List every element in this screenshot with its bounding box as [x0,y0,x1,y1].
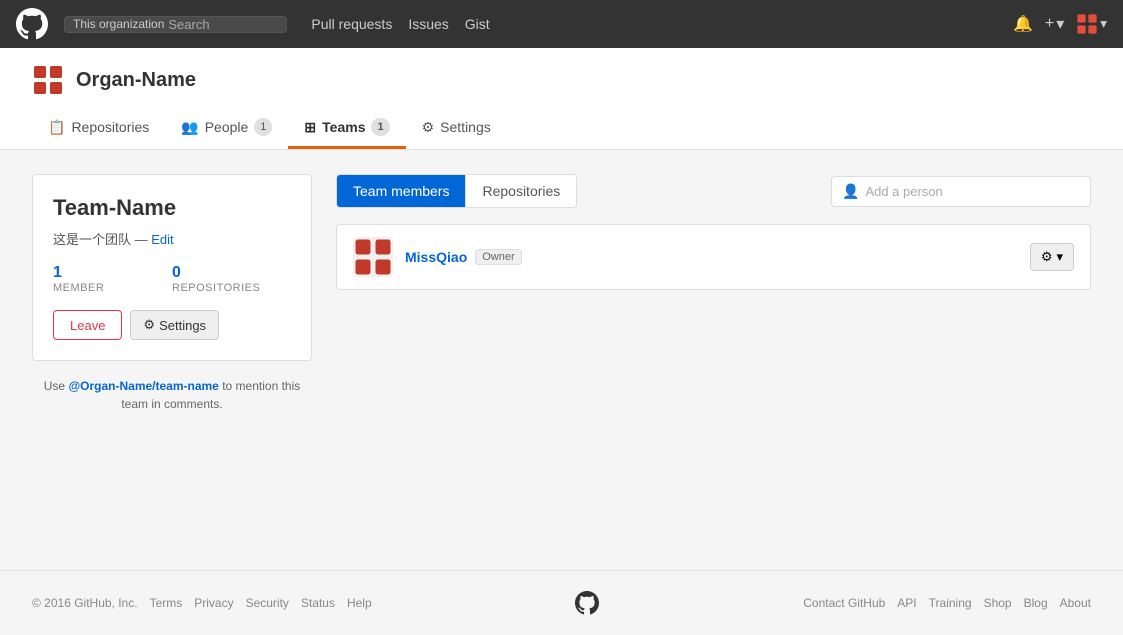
tab-settings[interactable]: ⚙ Settings [406,108,507,149]
person-icon: 👤 [842,183,859,200]
footer-link-about[interactable]: About [1060,596,1091,610]
new-menu-button[interactable]: + ▾ [1045,14,1064,34]
footer-link-privacy[interactable]: Privacy [194,596,233,610]
tab-repositories-label: Repositories [71,119,149,135]
notification-button[interactable]: 🔔 [1013,14,1033,34]
member-label: MEMBER [53,282,172,294]
team-mention-handle[interactable]: @Organ-Name/team-name [68,379,218,393]
mention-prefix: Use [44,379,65,393]
plus-icon: + [1045,15,1054,33]
main-content: Team-Name 这是一个团队 — Edit 1 MEMBER 0 REPOS… [0,150,1123,570]
user-menu-button[interactable]: ▾ [1076,13,1107,35]
nav-bar: This organization Pull requests Issues G… [0,0,1123,48]
stat-members: 1 MEMBER [53,264,172,294]
footer-link-security[interactable]: Security [246,596,289,610]
org-avatar [32,64,64,96]
gear-icon: ⚙ [143,317,155,333]
repositories-tab[interactable]: Repositories [466,175,576,207]
table-row: MissQiao Owner ⚙ ▾ [336,224,1091,290]
tab-repositories[interactable]: 📋 Repositories [32,108,165,149]
leave-button[interactable]: Leave [53,310,122,340]
team-members-tab[interactable]: Team members [337,175,466,207]
team-description-text: 这是一个团队 [53,232,131,247]
member-actions: ⚙ ▾ [1030,243,1074,271]
repo-count: 0 [172,264,291,282]
tab-people-label: People [205,119,249,135]
tab-teams-label: Teams [322,119,365,135]
settings-icon: ⚙ [422,119,435,136]
github-logo[interactable] [16,8,48,40]
footer-link-shop[interactable]: Shop [984,596,1012,610]
dropdown-arrow-icon: ▾ [1056,249,1063,265]
member-count: 1 [53,264,172,282]
tab-settings-label: Settings [440,119,491,135]
team-actions: Leave ⚙ Settings [53,310,291,340]
org-header: Organ-Name 📋 Repositories 👥 People 1 ⊞ T… [0,48,1123,150]
team-name: Team-Name [53,195,291,221]
team-edit-link[interactable]: Edit [151,232,173,247]
gear-icon: ⚙ [1041,249,1053,265]
member-name-link[interactable]: MissQiao [405,249,467,265]
tab-teams-badge: 1 [371,118,389,136]
footer-link-blog[interactable]: Blog [1024,596,1048,610]
add-person-input[interactable] [865,184,1080,199]
team-settings-label: Settings [159,318,206,333]
member-role-badge: Owner [475,249,521,265]
nav-right: 🔔 + ▾ ▾ [1013,13,1107,35]
footer-link-help[interactable]: Help [347,596,372,610]
tab-people[interactable]: 👥 People 1 [165,108,288,149]
footer-link-status[interactable]: Status [301,596,335,610]
team-settings-button[interactable]: ⚙ Settings [130,310,219,340]
copyright: © 2016 GitHub, Inc. [32,596,138,610]
nav-org-label: This organization [73,17,164,31]
nav-pull-requests[interactable]: Pull requests [311,16,392,32]
tab-people-badge: 1 [254,118,272,136]
footer-link-api[interactable]: API [897,596,916,610]
org-name: Organ-Name [76,69,196,92]
stat-repos: 0 REPOSITORIES [172,264,291,294]
right-panel: Team members Repositories 👤 MissQiao Own… [336,174,1091,546]
search-input[interactable] [168,17,278,32]
repo-icon: 📋 [48,119,65,136]
team-card: Team-Name 这是一个团队 — Edit 1 MEMBER 0 REPOS… [32,174,312,361]
add-person-wrap: 👤 [831,176,1091,207]
team-stats: 1 MEMBER 0 REPOSITORIES [53,264,291,294]
nav-issues[interactable]: Issues [408,16,448,32]
footer-link-contact[interactable]: Contact GitHub [803,596,885,610]
dropdown-arrow-icon: ▾ [1056,14,1064,34]
nav-search-wrap: This organization [64,16,287,33]
people-icon: 👥 [181,119,198,136]
avatar [353,237,393,277]
org-title-row: Organ-Name [32,64,1091,96]
footer-left: © 2016 GitHub, Inc. Terms Privacy Securi… [32,596,372,610]
team-mention: Use @Organ-Name/team-name to mention thi… [32,377,312,413]
footer: © 2016 GitHub, Inc. Terms Privacy Securi… [0,570,1123,635]
nav-links: Pull requests Issues Gist [311,16,489,32]
footer-link-training[interactable]: Training [929,596,972,610]
footer-center [575,591,599,615]
right-top: Team members Repositories 👤 [336,174,1091,208]
org-tabs: 📋 Repositories 👥 People 1 ⊞ Teams 1 ⚙ Se… [32,108,1091,149]
footer-right: Contact GitHub API Training Shop Blog Ab… [803,596,1091,610]
footer-link-terms[interactable]: Terms [150,596,183,610]
member-info: MissQiao Owner [405,249,1018,265]
tab-teams[interactable]: ⊞ Teams 1 [288,108,405,149]
left-panel: Team-Name 这是一个团队 — Edit 1 MEMBER 0 REPOS… [32,174,312,546]
bell-icon: 🔔 [1013,14,1033,34]
team-description: 这是一个团队 — Edit [53,229,291,248]
repo-label: REPOSITORIES [172,282,291,294]
team-tab-group: Team members Repositories [336,174,577,208]
dropdown-arrow-icon: ▾ [1100,16,1107,32]
member-gear-button[interactable]: ⚙ ▾ [1030,243,1074,271]
nav-gist[interactable]: Gist [465,16,490,32]
teams-icon: ⊞ [304,119,316,136]
team-desc-separator: — [135,232,152,247]
